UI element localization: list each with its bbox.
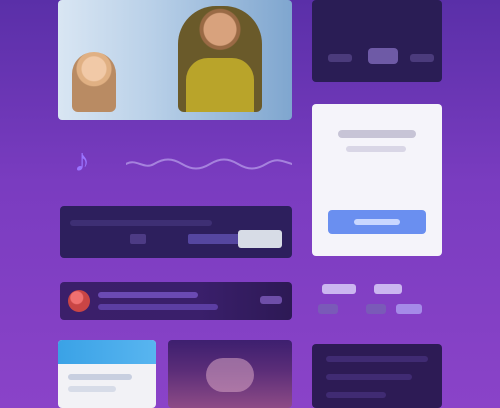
person-icon: [72, 52, 116, 112]
form-title-placeholder: [338, 130, 416, 138]
action-button[interactable]: [238, 230, 282, 248]
track-list-item[interactable]: [60, 282, 292, 320]
hero-video-card[interactable]: [58, 0, 292, 120]
avatar: [68, 290, 90, 312]
form-subtitle-placeholder: [346, 146, 406, 152]
track-duration-placeholder: [260, 296, 282, 304]
nav-button[interactable]: [410, 54, 434, 62]
tag-item[interactable]: [396, 304, 422, 314]
form-card: [312, 104, 442, 256]
top-dark-card[interactable]: [312, 0, 442, 82]
bottom-dark-card[interactable]: [312, 344, 442, 408]
track-subtitle-placeholder: [98, 304, 218, 310]
tag-list: [312, 274, 442, 330]
mini-card-line: [68, 386, 116, 392]
waveform: [126, 158, 292, 170]
primary-button[interactable]: [328, 210, 426, 234]
person-icon: [178, 6, 262, 112]
music-note-icon: ♪: [74, 142, 90, 178]
tag-item[interactable]: [322, 284, 356, 294]
thumbnail-highlight: [206, 358, 254, 392]
mini-card[interactable]: [58, 340, 156, 408]
tag-item[interactable]: [374, 284, 402, 294]
tag-item[interactable]: [318, 304, 338, 314]
tag-item[interactable]: [366, 304, 386, 314]
nav-button[interactable]: [368, 48, 398, 64]
media-player[interactable]: [60, 206, 292, 258]
mini-card-line: [68, 374, 132, 380]
prev-button[interactable]: [130, 234, 146, 244]
nav-button[interactable]: [328, 54, 352, 62]
text-line-placeholder: [326, 392, 386, 398]
progress-track[interactable]: [70, 220, 212, 226]
thumbnail-card[interactable]: [168, 340, 292, 408]
text-line-placeholder: [326, 356, 428, 362]
track-title-placeholder: [98, 292, 198, 298]
mini-card-header: [58, 340, 156, 364]
text-line-placeholder: [326, 374, 412, 380]
audio-waveform-row: ♪: [60, 130, 292, 192]
